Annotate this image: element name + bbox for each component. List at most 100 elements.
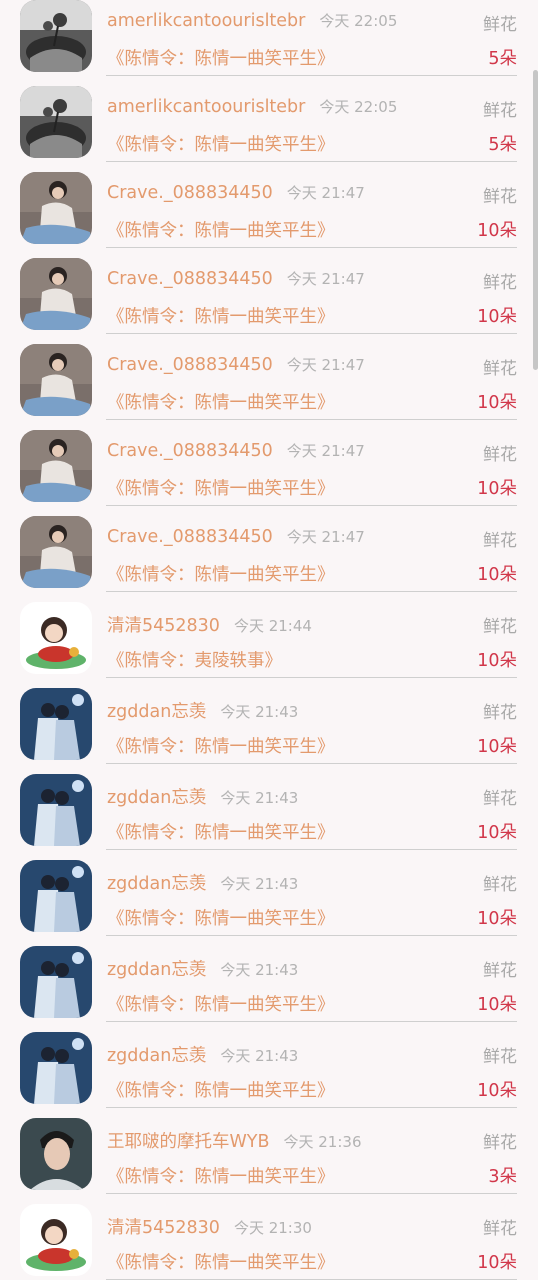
mono-hand-icon[interactable] <box>20 86 92 158</box>
mono-hand-icon[interactable] <box>20 0 92 72</box>
sender-name-text: amerlikcantoourisltebr <box>107 97 306 117</box>
sender-name: zgddan忘羡 今天 21:43 <box>107 698 298 723</box>
blue-couple-icon[interactable] <box>20 946 92 1018</box>
timestamp: 今天 21:44 <box>233 617 312 635</box>
sender-name: 清清5452830 今天 21:30 <box>107 1214 312 1239</box>
sender-name: Crave._088834450 今天 21:47 <box>107 440 365 461</box>
sender-name-text: Crave._088834450 <box>107 355 273 375</box>
sender-name: Crave._088834450 今天 21:47 <box>107 268 365 289</box>
gift-type-label: 鲜花 <box>483 875 517 895</box>
timestamp: 今天 21:47 <box>286 184 365 202</box>
timestamp: 今天 22:05 <box>319 12 398 30</box>
list-item[interactable]: zgddan忘羡 今天 21:43 鲜花 《陈情令：陈情一曲笑平生》 10朵 <box>0 936 538 1022</box>
timestamp: 今天 21:47 <box>286 356 365 374</box>
work-title: 《陈情令：陈情一曲笑平生》 <box>107 221 335 241</box>
gift-count: 10朵 <box>477 737 517 757</box>
timestamp: 今天 21:43 <box>220 875 299 893</box>
list-item[interactable]: Crave._088834450 今天 21:47 鲜花 《陈情令：陈情一曲笑平生… <box>0 420 538 506</box>
work-title: 《陈情令：陈情一曲笑平生》 <box>107 1253 335 1273</box>
blue-couple-icon[interactable] <box>20 1032 92 1104</box>
girl-photo-icon[interactable] <box>20 344 92 416</box>
list-item[interactable]: Crave._088834450 今天 21:47 鲜花 《陈情令：陈情一曲笑平生… <box>0 162 538 248</box>
scrollbar[interactable] <box>533 70 538 370</box>
list-item[interactable]: Crave._088834450 今天 21:47 鲜花 《陈情令：陈情一曲笑平生… <box>0 248 538 334</box>
man-portrait-icon[interactable] <box>20 1118 92 1190</box>
work-title: 《陈情令：陈情一曲笑平生》 <box>107 1167 335 1187</box>
list-item[interactable]: zgddan忘羡 今天 21:43 鲜花 《陈情令：陈情一曲笑平生》 10朵 <box>0 764 538 850</box>
sender-name-text: amerlikcantoourisltebr <box>107 11 306 31</box>
timestamp: 今天 21:43 <box>220 1047 299 1065</box>
sender-name-text: 清清5452830 <box>107 1218 220 1238</box>
girl-photo-icon[interactable] <box>20 258 92 330</box>
work-title: 《陈情令：陈情一曲笑平生》 <box>107 909 335 929</box>
gift-count: 10朵 <box>477 823 517 843</box>
gift-count: 10朵 <box>477 565 517 585</box>
list-item[interactable]: 清清5452830 今天 21:30 鲜花 《陈情令：陈情一曲笑平生》 10朵 <box>0 1194 538 1280</box>
sender-name: amerlikcantoourisltebr 今天 22:05 <box>107 96 397 117</box>
list-item[interactable]: zgddan忘羡 今天 21:43 鲜花 《陈情令：陈情一曲笑平生》 10朵 <box>0 1022 538 1108</box>
sender-name: zgddan忘羡 今天 21:43 <box>107 870 298 895</box>
list-item[interactable]: 王耶啵的摩托车WYB 今天 21:36 鲜花 《陈情令：陈情一曲笑平生》 3朵 <box>0 1108 538 1194</box>
list-item[interactable]: amerlikcantoourisltebr 今天 22:05 鲜花 《陈情令：陈… <box>0 0 538 76</box>
work-title: 《陈情令：陈情一曲笑平生》 <box>107 823 335 843</box>
sender-name-text: zgddan忘羡 <box>107 1046 207 1066</box>
gift-type-label: 鲜花 <box>483 961 517 981</box>
work-title: 《陈情令：陈情一曲笑平生》 <box>107 737 335 757</box>
work-title: 《陈情令：陈情一曲笑平生》 <box>107 479 335 499</box>
cartoon-character-icon[interactable] <box>20 1204 92 1276</box>
timestamp: 今天 21:43 <box>220 961 299 979</box>
gift-type-label: 鲜花 <box>483 187 517 207</box>
sender-name-text: Crave._088834450 <box>107 527 273 547</box>
work-title: 《陈情令：陈情一曲笑平生》 <box>107 307 335 327</box>
girl-photo-icon[interactable] <box>20 516 92 588</box>
sender-name-text: Crave._088834450 <box>107 269 273 289</box>
blue-couple-icon[interactable] <box>20 774 92 846</box>
sender-name: zgddan忘羡 今天 21:43 <box>107 1042 298 1067</box>
sender-name-text: zgddan忘羡 <box>107 874 207 894</box>
timestamp: 今天 22:05 <box>319 98 398 116</box>
gift-type-label: 鲜花 <box>483 531 517 551</box>
gift-count: 10朵 <box>477 1253 517 1273</box>
gift-type-label: 鲜花 <box>483 1047 517 1067</box>
timestamp: 今天 21:43 <box>220 703 299 721</box>
work-title: 《陈情令：陈情一曲笑平生》 <box>107 393 335 413</box>
work-title: 《陈情令：陈情一曲笑平生》 <box>107 565 335 585</box>
sender-name-text: zgddan忘羡 <box>107 788 207 808</box>
timestamp: 今天 21:47 <box>286 270 365 288</box>
gift-type-label: 鲜花 <box>483 15 517 35</box>
work-title: 《陈情令：陈情一曲笑平生》 <box>107 135 335 155</box>
sender-name: Crave._088834450 今天 21:47 <box>107 182 365 203</box>
timestamp: 今天 21:43 <box>220 789 299 807</box>
cartoon-character-icon[interactable] <box>20 602 92 674</box>
timestamp: 今天 21:47 <box>286 442 365 460</box>
list-item[interactable]: Crave._088834450 今天 21:47 鲜花 《陈情令：陈情一曲笑平生… <box>0 506 538 592</box>
gift-type-label: 鲜花 <box>483 789 517 809</box>
gift-count: 5朵 <box>488 49 517 69</box>
blue-couple-icon[interactable] <box>20 688 92 760</box>
sender-name: amerlikcantoourisltebr 今天 22:05 <box>107 10 397 31</box>
girl-photo-icon[interactable] <box>20 172 92 244</box>
list-item[interactable]: Crave._088834450 今天 21:47 鲜花 《陈情令：陈情一曲笑平生… <box>0 334 538 420</box>
gift-type-label: 鲜花 <box>483 273 517 293</box>
work-title: 《陈情令：陈情一曲笑平生》 <box>107 49 335 69</box>
list-item[interactable]: zgddan忘羡 今天 21:43 鲜花 《陈情令：陈情一曲笑平生》 10朵 <box>0 850 538 936</box>
gift-count: 10朵 <box>477 651 517 671</box>
sender-name: Crave._088834450 今天 21:47 <box>107 526 365 547</box>
sender-name: zgddan忘羡 今天 21:43 <box>107 956 298 981</box>
work-title: 《陈情令：陈情一曲笑平生》 <box>107 1081 335 1101</box>
gift-count: 10朵 <box>477 307 517 327</box>
blue-couple-icon[interactable] <box>20 860 92 932</box>
gift-type-label: 鲜花 <box>483 703 517 723</box>
timestamp: 今天 21:47 <box>286 528 365 546</box>
list-item[interactable]: 清清5452830 今天 21:44 鲜花 《陈情令：夷陵轶事》 10朵 <box>0 592 538 678</box>
girl-photo-icon[interactable] <box>20 430 92 502</box>
list-item[interactable]: zgddan忘羡 今天 21:43 鲜花 《陈情令：陈情一曲笑平生》 10朵 <box>0 678 538 764</box>
sender-name: zgddan忘羡 今天 21:43 <box>107 784 298 809</box>
work-title: 《陈情令：陈情一曲笑平生》 <box>107 995 335 1015</box>
work-title: 《陈情令：夷陵轶事》 <box>107 651 282 671</box>
list-item[interactable]: amerlikcantoourisltebr 今天 22:05 鲜花 《陈情令：陈… <box>0 76 538 162</box>
gift-type-label: 鲜花 <box>483 445 517 465</box>
timestamp: 今天 21:30 <box>233 1219 312 1237</box>
gift-count: 3朵 <box>488 1167 517 1187</box>
gift-count: 10朵 <box>477 1081 517 1101</box>
